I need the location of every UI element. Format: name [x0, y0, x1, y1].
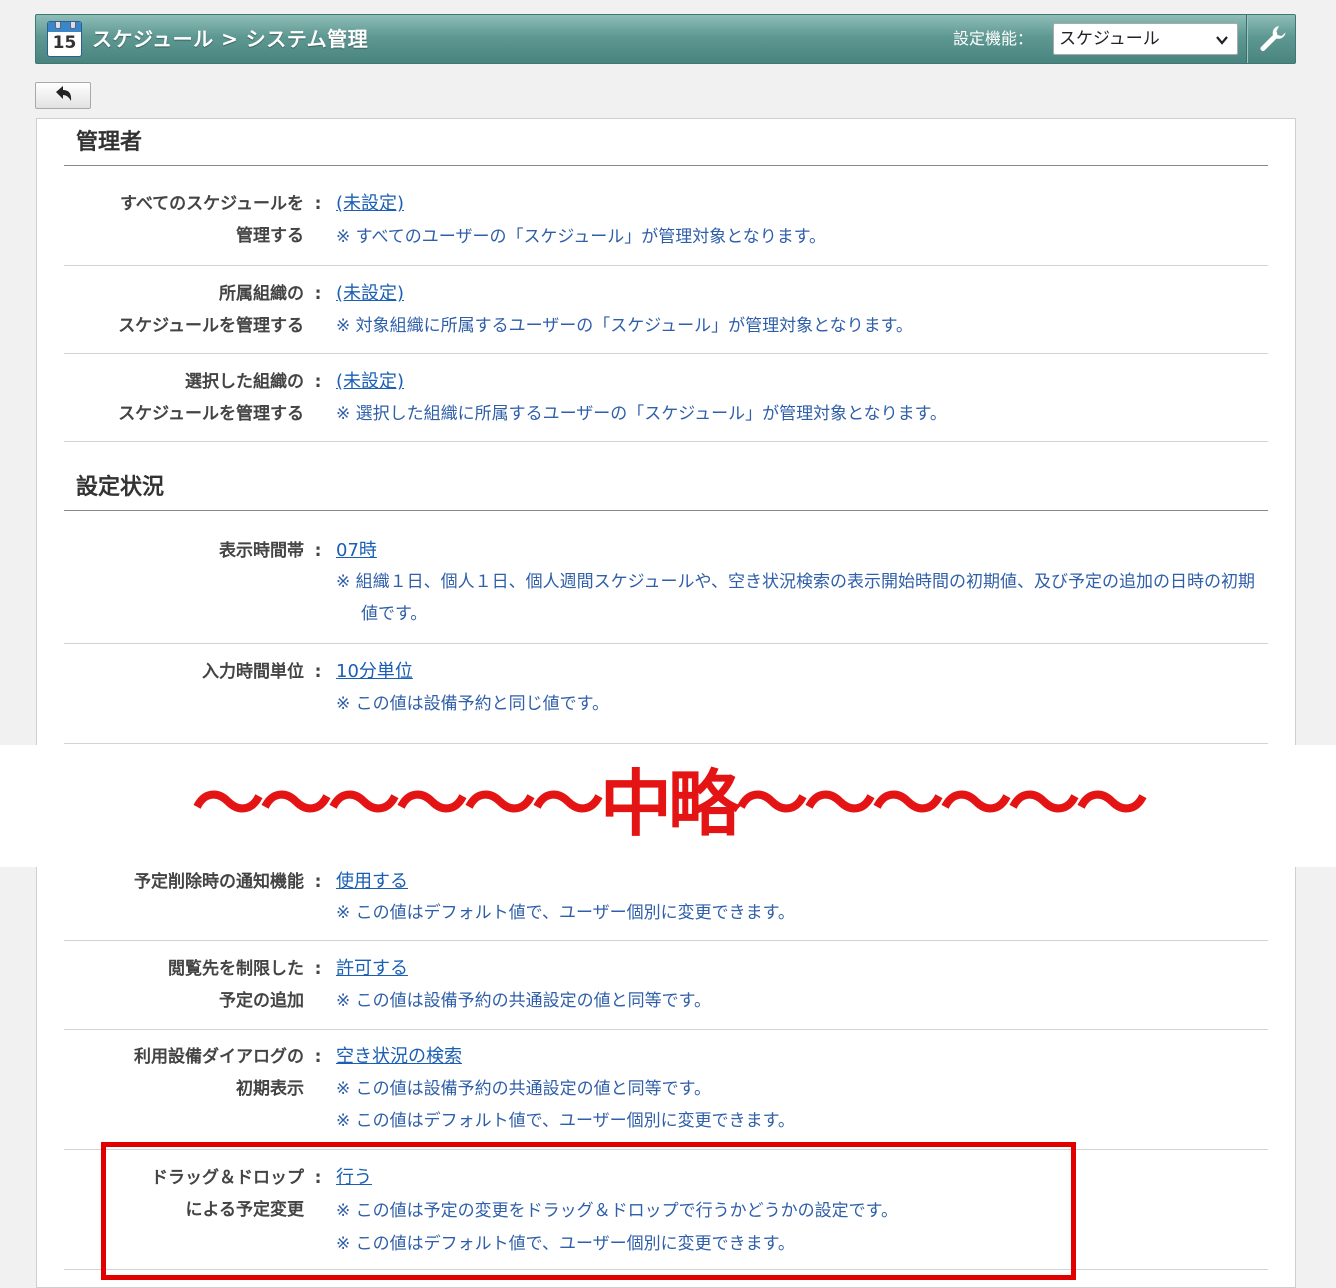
- setting-row-facility-dialog: 利用設備ダイアログの : 初期表示 空き状況の検索 ※ この値は設備予約の共通設…: [64, 1030, 1268, 1150]
- setting-note: ※ 組織１日、個人１日、個人週間スケジュールや、空き状況検索の表示開始時間の初期…: [336, 572, 1255, 624]
- back-button[interactable]: [35, 82, 91, 109]
- setting-value-link[interactable]: (未設定): [336, 366, 404, 398]
- setting-row-input-unit: 入力時間単位 : 10分単位 ※ この値は設備予約と同じ値です。: [64, 644, 1268, 744]
- setting-label: 閲覧先を制限した: [168, 959, 304, 979]
- setting-note: ※ この値はデフォルト値で、ユーザー個別に変更できます。: [336, 903, 795, 923]
- setting-value-link[interactable]: (未設定): [336, 188, 404, 220]
- settings-feature-select-value: スケジュール: [1059, 29, 1160, 49]
- setting-label: すべてのスケジュールを: [120, 194, 304, 214]
- setting-note: ※ 対象組織に所属するユーザーの「スケジュール」が管理対象となります。: [336, 316, 913, 336]
- omitted-banner: 〜〜〜〜〜〜中略〜〜〜〜〜〜: [0, 745, 1336, 867]
- setting-row-own-org: 所属組織の : スケジュールを管理する (未設定) ※ 対象組織に所属するユーザ…: [64, 266, 1268, 354]
- page-title: スケジュール > システム管理: [92, 27, 369, 51]
- setting-note: ※ 選択した組織に所属するユーザーの「スケジュール」が管理対象となります。: [336, 404, 947, 424]
- setting-label: 予定削除時の通知機能: [134, 872, 304, 892]
- settings-feature-select[interactable]: スケジュール: [1053, 23, 1238, 55]
- setting-row-display-time: 表示時間帯 : 07時 ※ 組織１日、個人１日、個人週間スケジュールや、空き状況…: [64, 522, 1268, 644]
- setting-label: 利用設備ダイアログの: [134, 1047, 304, 1067]
- setting-label: 表示時間帯: [219, 541, 304, 561]
- app-header: 15 スケジュール > システム管理 設定機能： スケジュール: [35, 14, 1296, 64]
- setting-row-selected-org: 選択した組織の : スケジュールを管理する (未設定) ※ 選択した組織に所属す…: [64, 354, 1268, 442]
- setting-row-restricted-add: 閲覧先を制限した : 予定の追加 許可する ※ この値は設備予約の共通設定の値と…: [64, 941, 1268, 1030]
- setting-label: 予定の追加: [219, 991, 304, 1011]
- setting-value-link[interactable]: 空き状況の検索: [336, 1041, 462, 1073]
- setting-value-link[interactable]: 許可する: [336, 953, 408, 985]
- setting-value-link[interactable]: 使用する: [336, 866, 408, 898]
- setting-label: 選択した組織の: [185, 372, 304, 392]
- highlight-box: [101, 1142, 1076, 1280]
- setting-note: ※ すべてのユーザーの「スケジュール」が管理対象となります。: [336, 227, 827, 247]
- wrench-icon[interactable]: [1254, 23, 1288, 55]
- setting-value-link[interactable]: 07時: [336, 535, 377, 567]
- setting-label: スケジュールを管理する: [118, 316, 304, 336]
- calendar-icon: 15: [47, 21, 82, 57]
- setting-note: ※ この値は設備予約の共通設定の値と同等です。: [336, 991, 711, 1011]
- setting-label: 入力時間単位: [202, 662, 304, 682]
- setting-label: スケジュールを管理する: [118, 404, 304, 424]
- setting-value-link[interactable]: 10分単位: [336, 656, 413, 688]
- setting-value-link[interactable]: (未設定): [336, 278, 404, 310]
- setting-note: ※ この値はデフォルト値で、ユーザー個別に変更できます。: [336, 1111, 795, 1131]
- setting-label: 管理する: [236, 226, 304, 246]
- omitted-banner-text: 〜〜〜〜〜〜中略〜〜〜〜〜〜: [191, 762, 1148, 846]
- setting-label: 初期表示: [236, 1079, 304, 1099]
- back-arrow-icon: [56, 86, 72, 101]
- section-title-status: 設定状況: [64, 465, 1268, 511]
- setting-note: ※ この値は設備予約と同じ値です。: [336, 694, 609, 714]
- setting-note: ※ この値は設備予約の共通設定の値と同等です。: [336, 1079, 711, 1099]
- setting-row-all-schedules: すべてのスケジュールを : 管理する (未設定) ※ すべてのユーザーの「スケジ…: [64, 178, 1268, 266]
- settings-feature-label: 設定機能：: [953, 29, 1034, 48]
- setting-row-delete-notify: 予定削除時の通知機能 : 使用する ※ この値はデフォルト値で、ユーザー個別に変…: [64, 866, 1268, 941]
- section-title-admin: 管理者: [64, 120, 1268, 166]
- setting-label: 所属組織の: [219, 284, 304, 304]
- chevron-down-icon: [1215, 25, 1229, 66]
